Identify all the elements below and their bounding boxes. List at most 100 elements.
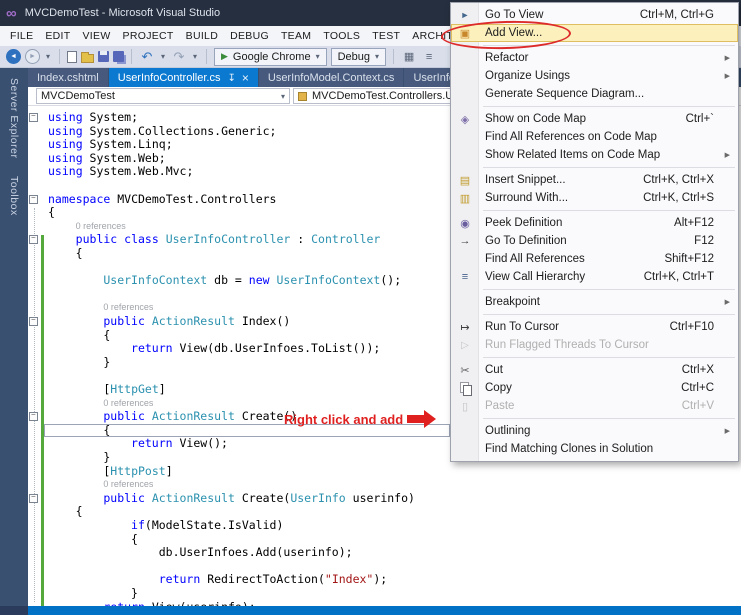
configuration-label: Debug — [337, 50, 371, 63]
tab-label: UserInfoModel.Context.cs — [267, 71, 395, 84]
menubar-file[interactable]: FILE — [4, 26, 39, 46]
menubar-tools[interactable]: TOOLS — [317, 26, 366, 46]
chevron-down-icon: ▾ — [315, 52, 320, 61]
menu-item-generate-sequence-diagram[interactable]: Generate Sequence Diagram... — [451, 85, 738, 103]
start-debugging-button[interactable]: ▶ Google Chrome ▾ — [214, 47, 327, 66]
menu-item-copy[interactable]: Copy Ctrl+C — [451, 379, 738, 397]
menu-item-label: Go To View — [485, 9, 544, 21]
menu-item-find-matching-clones-in-solution[interactable]: Find Matching Clones in Solution — [451, 440, 738, 458]
call-hierarchy-icon — [457, 268, 473, 286]
menu-item-find-all-references[interactable]: Find All References Shift+F12 — [451, 250, 738, 268]
doc-tab-userinfocontroller-cs[interactable]: UserInfoController.cs — [108, 68, 258, 87]
menu-separator — [483, 106, 735, 107]
menu-item-paste[interactable]: Paste Ctrl+V — [451, 397, 738, 415]
code-line: 0 references — [103, 479, 154, 490]
menu-item-insert-snippet[interactable]: Insert Snippet... Ctrl+K, Ctrl+X — [451, 171, 738, 189]
class-icon — [298, 91, 307, 101]
surround-with-icon — [457, 189, 473, 207]
menu-separator — [483, 289, 735, 290]
save-all-icon[interactable] — [113, 51, 124, 62]
go-to-view-icon — [457, 6, 473, 24]
toolbar-separator — [59, 49, 60, 64]
menu-item-show-on-code-map[interactable]: Show on Code Map Ctrl+` — [451, 110, 738, 128]
side-tab-server-explorer[interactable]: Server Explorer — [8, 78, 20, 158]
menu-item-outlining[interactable]: Outlining — [451, 422, 738, 440]
solution-configuration-select[interactable]: Debug ▾ — [330, 47, 387, 66]
menu-item-show-related-items-on-code-map[interactable]: Show Related Items on Code Map — [451, 146, 738, 164]
menu-item-run-flagged-threads-to-cursor[interactable]: Run Flagged Threads To Cursor — [451, 336, 738, 354]
menu-item-label: Surround With... — [485, 192, 569, 204]
type-member-dropdown[interactable]: MVCDemoTest.Controllers.UserInfoControll… — [293, 88, 451, 104]
menu-item-label: View Call Hierarchy — [485, 271, 586, 283]
undo-icon[interactable]: ↶ — [139, 49, 155, 65]
menu-item-surround-with[interactable]: Surround With... Ctrl+K, Ctrl+S — [451, 189, 738, 207]
menu-item-label: Copy — [485, 382, 512, 394]
menu-item-shortcut: Ctrl+K, Ctrl+T — [643, 271, 714, 283]
project-dropdown-value: MVCDemoTest — [41, 90, 115, 102]
run-flagged-icon — [457, 336, 473, 354]
menu-item-shortcut: Ctrl+X — [681, 364, 714, 376]
toolbar-extra-icon[interactable]: ▦ — [401, 49, 417, 65]
paste-icon — [457, 397, 473, 415]
menu-item-refactor[interactable]: Refactor — [451, 49, 738, 67]
save-icon[interactable] — [98, 51, 109, 62]
menu-item-label: Show Related Items on Code Map — [485, 149, 661, 161]
menu-item-shortcut: Ctrl+K, Ctrl+X — [643, 174, 714, 186]
close-icon[interactable] — [236, 71, 249, 85]
menu-item-find-all-references-on-code-map[interactable]: Find All References on Code Map — [451, 128, 738, 146]
doc-tab-userinfomodel-context-cs[interactable]: UserInfoModel.Context.cs — [258, 68, 404, 87]
menubar-edit[interactable]: EDIT — [39, 26, 76, 46]
visual-studio-logo-icon: ∞ — [6, 4, 17, 22]
menu-item-label: Organize Usings — [485, 70, 571, 82]
navigate-back-icon[interactable]: ◄ — [6, 49, 21, 64]
code-line: public ActionResult Create(UserInfo user… — [103, 490, 415, 505]
menubar-view[interactable]: VIEW — [77, 26, 117, 46]
menu-item-shortcut: Ctrl+V — [681, 400, 714, 412]
menu-item-peek-definition[interactable]: Peek Definition Alt+F12 — [451, 214, 738, 232]
undo-dropdown-icon[interactable]: ▾ — [159, 49, 167, 65]
new-file-icon[interactable] — [67, 50, 77, 63]
side-strip: Server Explorer Toolbox — [0, 68, 28, 606]
menu-item-cut[interactable]: Cut Ctrl+X — [451, 361, 738, 379]
toolbar-separator — [206, 49, 207, 64]
menubar-team[interactable]: TEAM — [275, 26, 317, 46]
menu-separator — [483, 418, 735, 419]
doc-tab-index-cshtml[interactable]: Index.cshtml — [28, 68, 108, 87]
navigate-forward-icon[interactable]: ► — [25, 49, 40, 64]
navigation-dropdown-icon[interactable]: ▾ — [44, 49, 52, 65]
menu-item-label: Find All References — [485, 253, 585, 265]
menu-item-go-to-definition[interactable]: Go To Definition F12 — [451, 232, 738, 250]
redo-dropdown-icon[interactable]: ▾ — [191, 49, 199, 65]
pin-icon[interactable] — [220, 72, 235, 84]
open-file-icon[interactable] — [81, 51, 94, 63]
go-to-definition-icon — [457, 232, 473, 250]
project-dropdown[interactable]: MVCDemoTest ▾ — [36, 88, 290, 104]
annotation-arrow-icon — [407, 410, 437, 428]
menubar-build[interactable]: BUILD — [180, 26, 224, 46]
chevron-down-icon: ▾ — [375, 52, 380, 61]
menu-item-view-call-hierarchy[interactable]: View Call Hierarchy Ctrl+K, Ctrl+T — [451, 268, 738, 286]
menu-item-run-to-cursor[interactable]: Run To Cursor Ctrl+F10 — [451, 318, 738, 336]
menu-item-organize-usings[interactable]: Organize Usings — [451, 67, 738, 85]
side-tab-toolbox[interactable]: Toolbox — [8, 176, 20, 216]
menu-separator — [483, 210, 735, 211]
menubar-test[interactable]: TEST — [366, 26, 406, 46]
run-to-cursor-icon — [457, 318, 473, 336]
menu-item-breakpoint[interactable]: Breakpoint — [451, 293, 738, 311]
status-bar-corner — [0, 606, 28, 615]
menu-item-shortcut: F12 — [694, 235, 714, 247]
menu-separator — [483, 314, 735, 315]
menubar-project[interactable]: PROJECT — [117, 26, 180, 46]
peek-definition-icon — [457, 214, 473, 232]
tab-label: UserInfoController.cs — [117, 71, 221, 84]
context-menu: Go To ViewCtrl+M, Ctrl+GAdd View...Refac… — [450, 2, 739, 462]
menubar-debug[interactable]: DEBUG — [224, 26, 275, 46]
code-line: [HttpPost] — [103, 463, 173, 478]
menu-item-label: Insert Snippet... — [485, 174, 566, 186]
redo-icon[interactable]: ↷ — [171, 49, 187, 65]
tab-label: Index.cshtml — [37, 71, 99, 84]
vs-window: ∞ MVCDemoTest - Microsoft Visual Studio … — [0, 0, 741, 615]
toolbar-extra-icon[interactable]: ≡ — [421, 49, 437, 65]
type-dropdown-value: MVCDemoTest.Controllers.UserInfoControll… — [312, 90, 450, 102]
code-line: { — [75, 504, 83, 519]
